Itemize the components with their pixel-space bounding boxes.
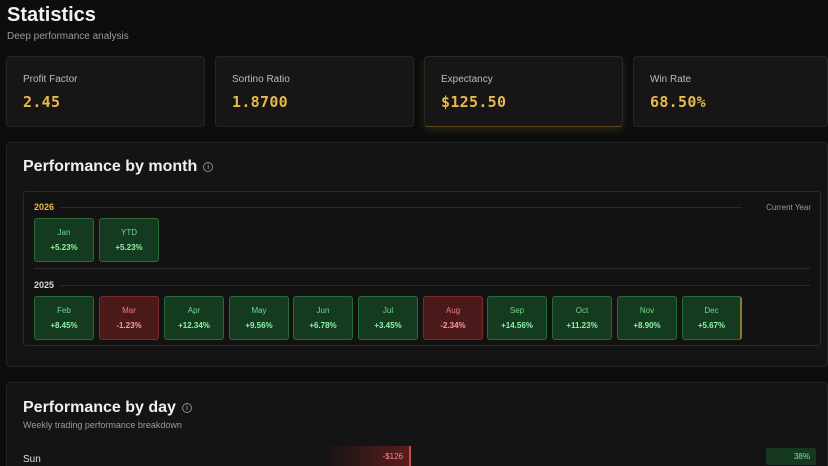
month-cell[interactable]: Feb +8.45%	[34, 296, 94, 340]
kpi-row: Profit Factor 2.45 Sortino Ratio 1.8700 …	[6, 56, 828, 127]
month-value: -2.34%	[440, 321, 466, 330]
kpi-value: 2.45	[23, 93, 61, 111]
month-cell[interactable]: Jun +6.78%	[293, 296, 353, 340]
pnl-bar[interactable]: -$126	[323, 446, 411, 466]
month-name: May	[251, 306, 267, 315]
month-cell[interactable]: Dec +5.67%	[682, 296, 742, 340]
page-subtitle: Deep performance analysis	[7, 31, 129, 42]
month-cell[interactable]: Sep +14.56%	[487, 296, 547, 340]
month-name: YTD	[121, 228, 137, 237]
win-rate-value: 38%	[793, 452, 810, 461]
month-name: Sep	[509, 306, 525, 315]
month-name: Jul	[382, 306, 394, 315]
month-name: Jan	[57, 228, 71, 237]
month-value: +3.45%	[374, 321, 402, 330]
month-cell[interactable]: Apr +12.34%	[164, 296, 224, 340]
kpi-label: Win Rate	[650, 74, 692, 85]
month-name: Nov	[639, 306, 655, 315]
month-value: +14.56%	[501, 321, 533, 330]
year-label-2025: 2025	[34, 280, 55, 290]
kpi-card-sortino-ratio: Sortino Ratio 1.8700	[215, 56, 414, 127]
month-cell[interactable]: Mar -1.23%	[99, 296, 159, 340]
kpi-label: Sortino Ratio	[232, 74, 290, 85]
month-value: +5.23%	[50, 243, 78, 252]
current-year-tag: Current Year	[766, 203, 811, 212]
year-label-2026: 2026	[34, 202, 55, 212]
month-cell[interactable]: Nov +8.90%	[617, 296, 677, 340]
kpi-card-win-rate: Win Rate 68.50%	[633, 56, 828, 127]
year-divider	[60, 207, 742, 208]
month-name: Feb	[57, 306, 71, 315]
month-performance-panel: Performance by month i 2026 Current Year…	[6, 142, 828, 367]
month-cell[interactable]: May +9.56%	[229, 296, 289, 340]
month-value: +12.34%	[178, 321, 210, 330]
pnl-value: -$126	[382, 452, 403, 461]
info-icon[interactable]: i	[203, 162, 214, 172]
kpi-card-profit-factor: Profit Factor 2.45	[6, 56, 205, 127]
page-title: Statistics	[7, 4, 96, 26]
month-value: +8.45%	[50, 321, 78, 330]
month-name: Dec	[704, 306, 719, 315]
month-name: Mar	[122, 306, 136, 315]
month-value: +5.23%	[115, 243, 143, 252]
month-cell[interactable]: Jul +3.45%	[358, 296, 418, 340]
info-icon[interactable]: i	[181, 403, 192, 413]
panel-title: Performance by month i	[23, 158, 214, 176]
kpi-card-expectancy: Expectancy $125.50	[424, 56, 623, 127]
panel-title-text: Performance by day	[23, 399, 176, 416]
month-name: Apr	[187, 306, 201, 315]
month-name: Aug	[445, 306, 461, 315]
kpi-label: Expectancy	[441, 74, 493, 85]
panel-subtitle: Weekly trading performance breakdown	[23, 420, 182, 430]
month-grid: 2026 Current Year Jan +5.23% YTD +5.23% …	[23, 191, 821, 346]
panel-title-text: Performance by month	[23, 158, 198, 175]
panel-title: Performance by day i	[23, 399, 192, 417]
month-name: Jun	[316, 306, 330, 315]
year-divider	[60, 285, 810, 286]
month-value: +9.56%	[245, 321, 273, 330]
month-value: +5.67%	[697, 321, 726, 330]
month-value: +6.78%	[309, 321, 337, 330]
month-cell[interactable]: Aug -2.34%	[423, 296, 483, 340]
day-performance-panel: Performance by day i Weekly trading perf…	[6, 382, 828, 466]
kpi-label: Profit Factor	[23, 74, 78, 85]
month-value: +11.23%	[566, 321, 598, 330]
month-cell[interactable]: Oct +11.23%	[552, 296, 612, 340]
month-value: -1.23%	[116, 321, 142, 330]
day-label: Sun	[23, 454, 41, 465]
month-name: Oct	[575, 306, 589, 315]
win-rate-bar[interactable]: 38%	[766, 448, 816, 465]
kpi-value: $125.50	[441, 93, 507, 111]
month-cell[interactable]: Jan +5.23%	[34, 218, 94, 262]
year-separator	[34, 268, 810, 269]
kpi-value: 1.8700	[232, 93, 288, 111]
kpi-value: 68.50%	[650, 93, 706, 111]
month-value: +8.90%	[633, 321, 661, 330]
month-cell-ytd[interactable]: YTD +5.23%	[99, 218, 159, 262]
